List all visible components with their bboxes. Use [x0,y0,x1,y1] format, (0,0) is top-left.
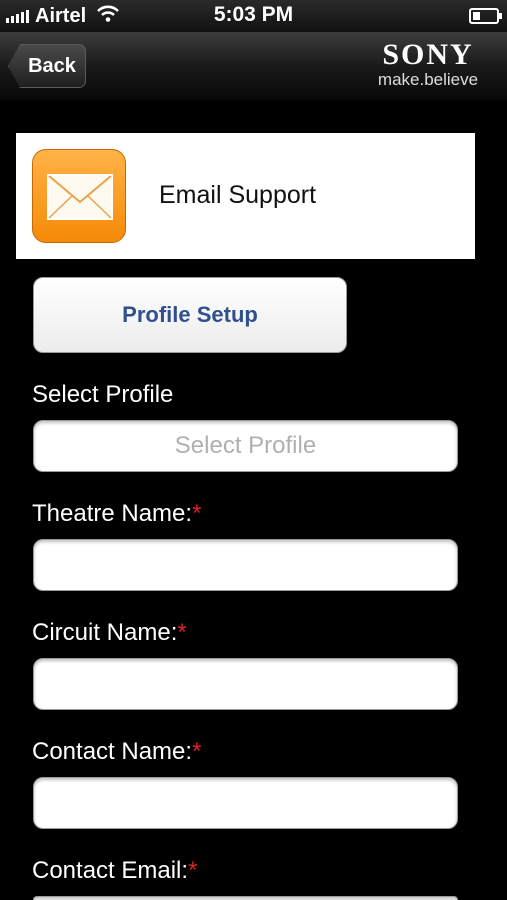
required-star: * [192,738,202,765]
contact-email-label-text: Contact Email: [32,857,189,884]
email-support-panel[interactable]: Email Support [16,133,475,259]
email-support-title: Email Support [159,181,317,209]
select-profile-label: Select Profile [32,381,174,408]
theatre-name-label: Theatre Name:* [32,500,201,528]
brand-name: SONY [382,38,474,71]
navigation-bar: Back SONY make.believe [0,32,507,100]
contact-name-label-text: Contact Name: [32,738,193,765]
profile-setup-button[interactable]: Profile Setup [33,277,347,353]
required-star: * [177,619,187,646]
required-star: * [188,857,198,884]
brand-logo: SONY make.believe [363,40,493,90]
theatre-name-label-text: Theatre Name: [32,500,193,527]
contact-name-label: Contact Name:* [32,738,201,766]
status-time: 5:03 PM [213,3,294,26]
select-profile-dropdown[interactable]: Select Profile [33,420,458,472]
contact-name-input[interactable] [33,777,458,829]
circuit-name-input[interactable] [33,658,458,710]
status-bar: Airtel 5:03 PM [0,0,507,32]
select-profile-placeholder: Select Profile [174,432,317,459]
circuit-name-label: Circuit Name:* [32,619,187,647]
envelope-icon [32,149,126,243]
contact-email-label: Contact Email:* [32,857,197,885]
brand-tagline: make.believe [377,70,479,89]
battery-icon [469,8,502,24]
circuit-name-label-text: Circuit Name: [32,619,178,646]
back-button[interactable]: Back [8,44,86,88]
theatre-name-input[interactable] [33,539,458,591]
required-star: * [192,500,202,527]
contact-email-input[interactable] [33,896,458,900]
